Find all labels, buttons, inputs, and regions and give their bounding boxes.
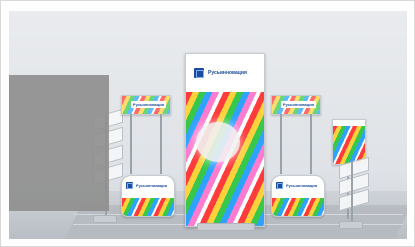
header-logo-text: Русьинновация [280,101,316,108]
logo-icon [276,182,283,189]
banner-logo-text: Русьинновация [208,70,247,76]
counter-graphic [272,198,324,216]
brochure-stand-right [339,156,369,239]
exhibition-scene: Русьинновация Русьинновация Русьинноваци… [9,11,407,239]
counter-logo-text: Русьинновация [286,183,318,188]
logo-icon [194,68,204,78]
rollup-banner: Русьинновация [185,53,265,227]
promo-counter-right: Русьинновация [271,175,325,217]
header-logo-text: Русьинновация [130,101,166,108]
counter-graphic [122,198,174,216]
promo-counter-left: Русьинновация [121,175,175,217]
counter-pole [310,114,312,174]
counter-logo-text: Русьинновация [136,183,168,188]
logo-icon [126,182,133,189]
image-frame: Русьинновация Русьинновация Русьинноваци… [0,0,415,247]
counter-logo: Русьинновация [126,182,167,189]
banner-candy-graphic [186,92,264,226]
counter-pole [280,114,282,174]
counter-logo: Русьинновация [276,182,317,189]
header-panel-left: Русьинновация [121,95,171,115]
brochure-pole [351,161,353,225]
brochure-base [93,215,117,223]
banner-header: Русьинновация [186,54,264,92]
counter-pole [160,114,162,174]
counter-pole [130,114,132,174]
banner-base [197,223,255,231]
header-panel-right: Русьинновация [271,95,321,115]
brochure-base [339,221,363,229]
grey-overlay-box [9,75,109,211]
